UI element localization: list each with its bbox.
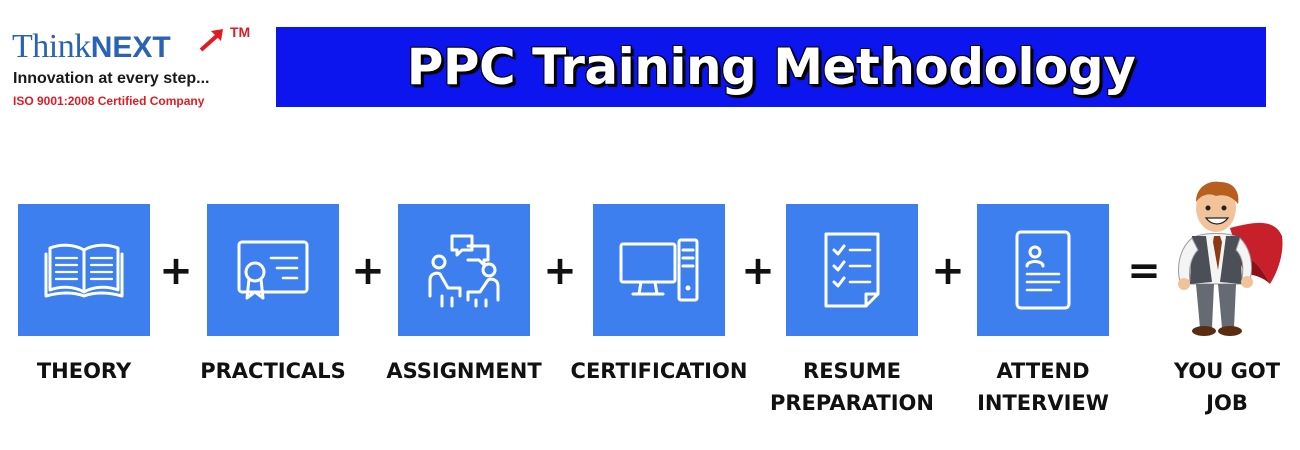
plus-operator-3: + — [543, 248, 577, 294]
step-label-certification: CERTIFICATION — [559, 355, 759, 387]
plus-operator-2: + — [351, 248, 385, 294]
result-label-you-got-job: YOU GOT JOB — [1127, 355, 1300, 419]
attend-interview-tile — [977, 204, 1109, 336]
label-line: ASSIGNMENT — [386, 359, 542, 383]
label-line: JOB — [1206, 391, 1248, 415]
practicals-tile — [207, 204, 339, 336]
certification-tile — [593, 204, 725, 336]
logo-trademark: TM — [230, 24, 251, 40]
logo-wordmark: ThinkNEXT — [12, 28, 171, 66]
label-line: THEORY — [36, 359, 132, 383]
label-line: ATTEND — [996, 359, 1090, 383]
thinknext-logo: ThinkNEXT TM Innovation at every step...… — [12, 24, 262, 114]
label-line: INTERVIEW — [977, 391, 1109, 415]
label-line: CERTIFICATION — [570, 359, 748, 383]
label-line: YOU GOT — [1173, 359, 1281, 383]
superhero-businessman-icon — [1178, 181, 1283, 336]
step-label-theory: THEORY — [0, 355, 184, 387]
logo-arrow-icon — [199, 29, 223, 52]
label-line: PRACTICALS — [200, 359, 346, 383]
step-label-resume-preparation: RESUME PREPARATION — [752, 355, 952, 419]
computer-icon — [619, 238, 699, 302]
step-label-assignment: ASSIGNMENT — [364, 355, 564, 387]
plus-operator-4: + — [741, 248, 775, 294]
logo-iso-text: ISO 9001:2008 Certified Company — [13, 94, 205, 108]
logo-think-text: Think — [12, 28, 91, 65]
title-banner: PPC Training Methodology — [276, 27, 1266, 107]
assignment-tile — [398, 204, 530, 336]
page-title: PPC Training Methodology — [406, 38, 1136, 96]
resume-preparation-tile — [786, 204, 918, 336]
people-discussion-icon — [428, 234, 500, 308]
step-label-practicals: PRACTICALS — [173, 355, 373, 387]
logo-tagline: Innovation at every step... — [13, 70, 210, 87]
plus-operator-1: + — [159, 248, 193, 294]
logo-next-text: NEXT — [90, 31, 171, 64]
equals-operator: = — [1127, 248, 1161, 294]
label-line: PREPARATION — [770, 391, 934, 415]
open-book-icon — [44, 243, 124, 298]
theory-tile — [18, 204, 150, 336]
checklist-icon — [824, 232, 880, 308]
step-label-attend-interview: ATTEND INTERVIEW — [943, 355, 1143, 419]
resume-profile-icon — [1015, 230, 1071, 310]
plus-operator-5: + — [931, 248, 965, 294]
certificate-icon — [237, 240, 309, 300]
label-line: RESUME — [803, 359, 901, 383]
